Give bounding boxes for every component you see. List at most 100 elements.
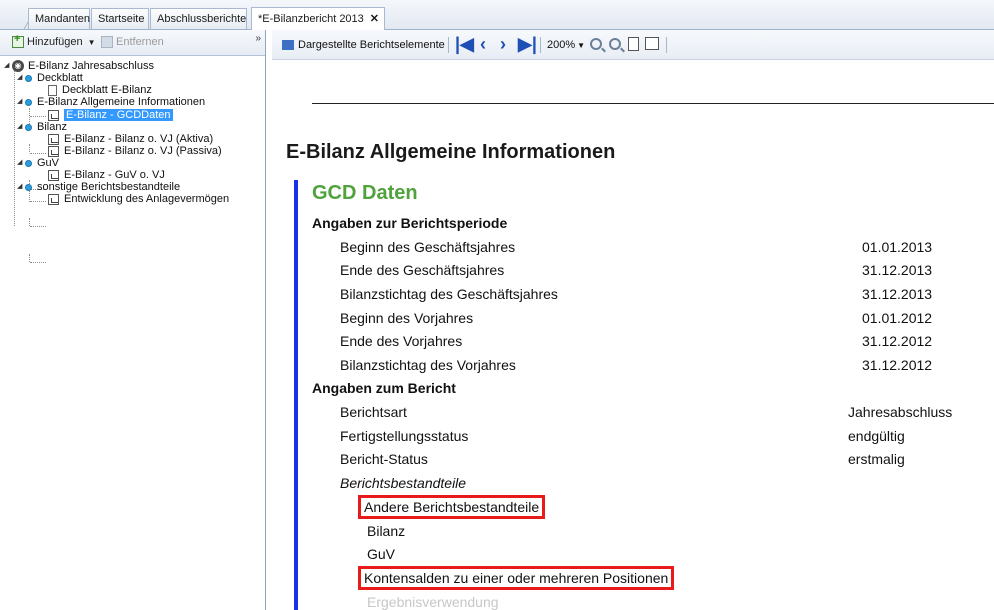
- next-page-icon[interactable]: ›: [500, 34, 506, 55]
- whole-page-icon[interactable]: [645, 37, 659, 50]
- field-value: Jahresabschluss: [848, 404, 953, 420]
- tree-node-guv-o-vj[interactable]: E-Bilanz - GuV o. VJ: [48, 169, 165, 181]
- bestandteil-item-highlighted: Andere Berichtsbestandteile: [357, 495, 546, 519]
- tree-node-label: E-Bilanz Allgemeine Informationen: [37, 96, 206, 108]
- section-marker-bar: [294, 180, 298, 610]
- tree-connector: [30, 201, 46, 202]
- tree-node-deckblatt[interactable]: ◢ Deckblatt: [17, 72, 83, 84]
- tab-mandanten[interactable]: Mandanten: [28, 8, 90, 29]
- expand-triangle-icon[interactable]: ◢: [17, 121, 25, 133]
- tree-node-label: GuV: [37, 157, 60, 169]
- preview-toolbar: Dargestellte Berichtselemente |◀ ‹ › ▶| …: [272, 30, 994, 60]
- tab-label: *E-Bilanzbericht 2013: [258, 13, 364, 25]
- tree-node-bilanz[interactable]: ◢ Bilanz: [17, 121, 67, 133]
- tree-node-label: E-Bilanz - Bilanz o. VJ (Passiva): [64, 145, 222, 157]
- bestandteil-item: Bilanz: [367, 523, 406, 539]
- tree-node-anlagevermoegen[interactable]: Entwicklung des Anlagevermögen: [48, 193, 229, 205]
- bestandteil-item-highlighted: Kontensalden zu einer oder mehreren Posi…: [357, 566, 675, 590]
- zoom-out-icon[interactable]: [609, 38, 621, 50]
- tree-node-allgemeine-informationen[interactable]: ◢ E-Bilanz Allgemeine Informationen: [17, 96, 205, 108]
- field-value: 31.12.2012: [862, 333, 933, 349]
- tree-root[interactable]: ◢ ◉ E-Bilanz Jahresabschluss: [4, 60, 154, 72]
- last-page-icon[interactable]: ▶|: [518, 34, 537, 55]
- page-width-icon[interactable]: [628, 37, 639, 51]
- add-button[interactable]: Hinzufügen ▼: [12, 33, 96, 48]
- field-value: 31.12.2013: [862, 262, 933, 278]
- report-preview-pane: Dargestellte Berichtselemente |◀ ‹ › ▶| …: [272, 30, 994, 610]
- tab-label: Mandanten: [35, 13, 91, 25]
- tree-node-bilanz-aktiva[interactable]: E-Bilanz - Bilanz o. VJ (Aktiva): [48, 133, 213, 145]
- bestandteil-item: Ergebnisverwendung: [367, 594, 499, 610]
- tree-node-label: Deckblatt: [37, 72, 83, 84]
- tree-connector: [30, 262, 46, 263]
- expand-triangle-icon[interactable]: ◢: [17, 181, 25, 193]
- toolbar-separator: [448, 37, 449, 53]
- folder-dot-icon: [25, 74, 32, 82]
- remove-button[interactable]: Entfernen: [101, 36, 164, 48]
- report-icon: [48, 109, 59, 121]
- collapse-pane-icon[interactable]: »: [255, 33, 261, 44]
- folder-dot-icon: [25, 98, 32, 106]
- tab-label: Abschlussberichte: [157, 13, 247, 25]
- zoom-dropdown[interactable]: 200% ▼: [547, 39, 585, 51]
- report-icon: [48, 169, 59, 181]
- tree-node-label: E-Bilanz - GuV o. VJ: [64, 169, 165, 181]
- report-icon: [48, 133, 59, 145]
- field-label: Bericht-Status: [340, 451, 428, 467]
- chevron-down-icon: ▼: [577, 40, 586, 50]
- tab-label: Startseite: [98, 13, 145, 25]
- tree-node-label: Deckblatt E-Bilanz: [62, 84, 152, 96]
- tree-connector: [29, 144, 30, 152]
- field-label: Berichtsart: [340, 404, 407, 420]
- tree-node-label: E-Bilanz Jahresabschluss: [28, 60, 154, 72]
- tree-connector: [30, 153, 46, 154]
- folder-dot-icon: [25, 183, 32, 191]
- first-page-icon[interactable]: |◀: [455, 34, 474, 55]
- folder-dot-icon: [25, 123, 32, 131]
- field-label: Ende des Vorjahres: [340, 333, 463, 349]
- add-icon: [12, 33, 24, 48]
- page-header-rule: [312, 103, 994, 104]
- expand-triangle-icon[interactable]: ◢: [17, 96, 25, 108]
- close-icon[interactable]: ✕: [370, 13, 379, 25]
- tab-abschlussberichte[interactable]: Abschlussberichte: [150, 8, 247, 29]
- remove-button-label: Entfernen: [116, 36, 164, 48]
- tree-toolbar: Hinzufügen ▼ Entfernen »: [0, 30, 265, 56]
- tab-startseite[interactable]: Startseite: [91, 8, 149, 29]
- expand-triangle-icon[interactable]: ◢: [17, 72, 25, 84]
- tree-node-guv[interactable]: ◢ GuV: [17, 157, 59, 169]
- document-icon: [48, 84, 57, 96]
- tab-bar: Mandanten Startseite Abschlussberichte *…: [0, 0, 994, 30]
- bestandteil-item: GuV: [367, 546, 396, 562]
- remove-icon: [101, 36, 113, 48]
- tree-node-label-selected: E-Bilanz - GCDDaten: [64, 109, 173, 121]
- field-label: Beginn des Vorjahres: [340, 310, 474, 326]
- displayed-elements-label: Dargestellte Berichtselemente: [298, 39, 445, 51]
- displayed-elements-button[interactable]: Dargestellte Berichtselemente: [282, 39, 445, 51]
- tree-connector: [29, 254, 30, 262]
- field-value: 31.12.2013: [862, 286, 933, 302]
- field-value: 01.01.2012: [862, 310, 933, 326]
- chevron-down-icon[interactable]: ▼: [88, 38, 96, 47]
- expand-triangle-icon[interactable]: ◢: [17, 157, 25, 169]
- report-group-icon: ◉: [12, 60, 24, 72]
- field-value: erstmalig: [848, 451, 905, 467]
- tree-node-gcddaten[interactable]: E-Bilanz - GCDDaten: [48, 109, 173, 121]
- expand-triangle-icon[interactable]: ◢: [4, 60, 12, 72]
- tree-node-sonstige[interactable]: ◢ sonstige Berichtsbestandteile: [17, 181, 180, 193]
- tree-node-bilanz-passiva[interactable]: E-Bilanz - Bilanz o. VJ (Passiva): [48, 145, 222, 157]
- tree-node-deckblatt-e-bilanz[interactable]: Deckblatt E-Bilanz: [48, 84, 152, 96]
- folder-dot-icon: [25, 159, 32, 167]
- tree-connector: [30, 226, 46, 227]
- zoom-in-icon[interactable]: [590, 38, 602, 50]
- tree-connector: [30, 116, 46, 117]
- previous-page-icon[interactable]: ‹: [480, 34, 486, 55]
- field-label: Berichtsbestandteile: [340, 475, 467, 491]
- field-value: 01.01.2013: [862, 239, 933, 255]
- report-icon: [48, 145, 59, 157]
- tab-e-bilanzbericht[interactable]: *E-Bilanzbericht 2013 ✕: [251, 7, 385, 30]
- tree-node-label: E-Bilanz - Bilanz o. VJ (Aktiva): [64, 133, 214, 145]
- zoom-value: 200%: [547, 39, 576, 51]
- field-label: Fertigstellungsstatus: [340, 428, 469, 444]
- report-title: E-Bilanz Allgemeine Informationen: [286, 141, 616, 163]
